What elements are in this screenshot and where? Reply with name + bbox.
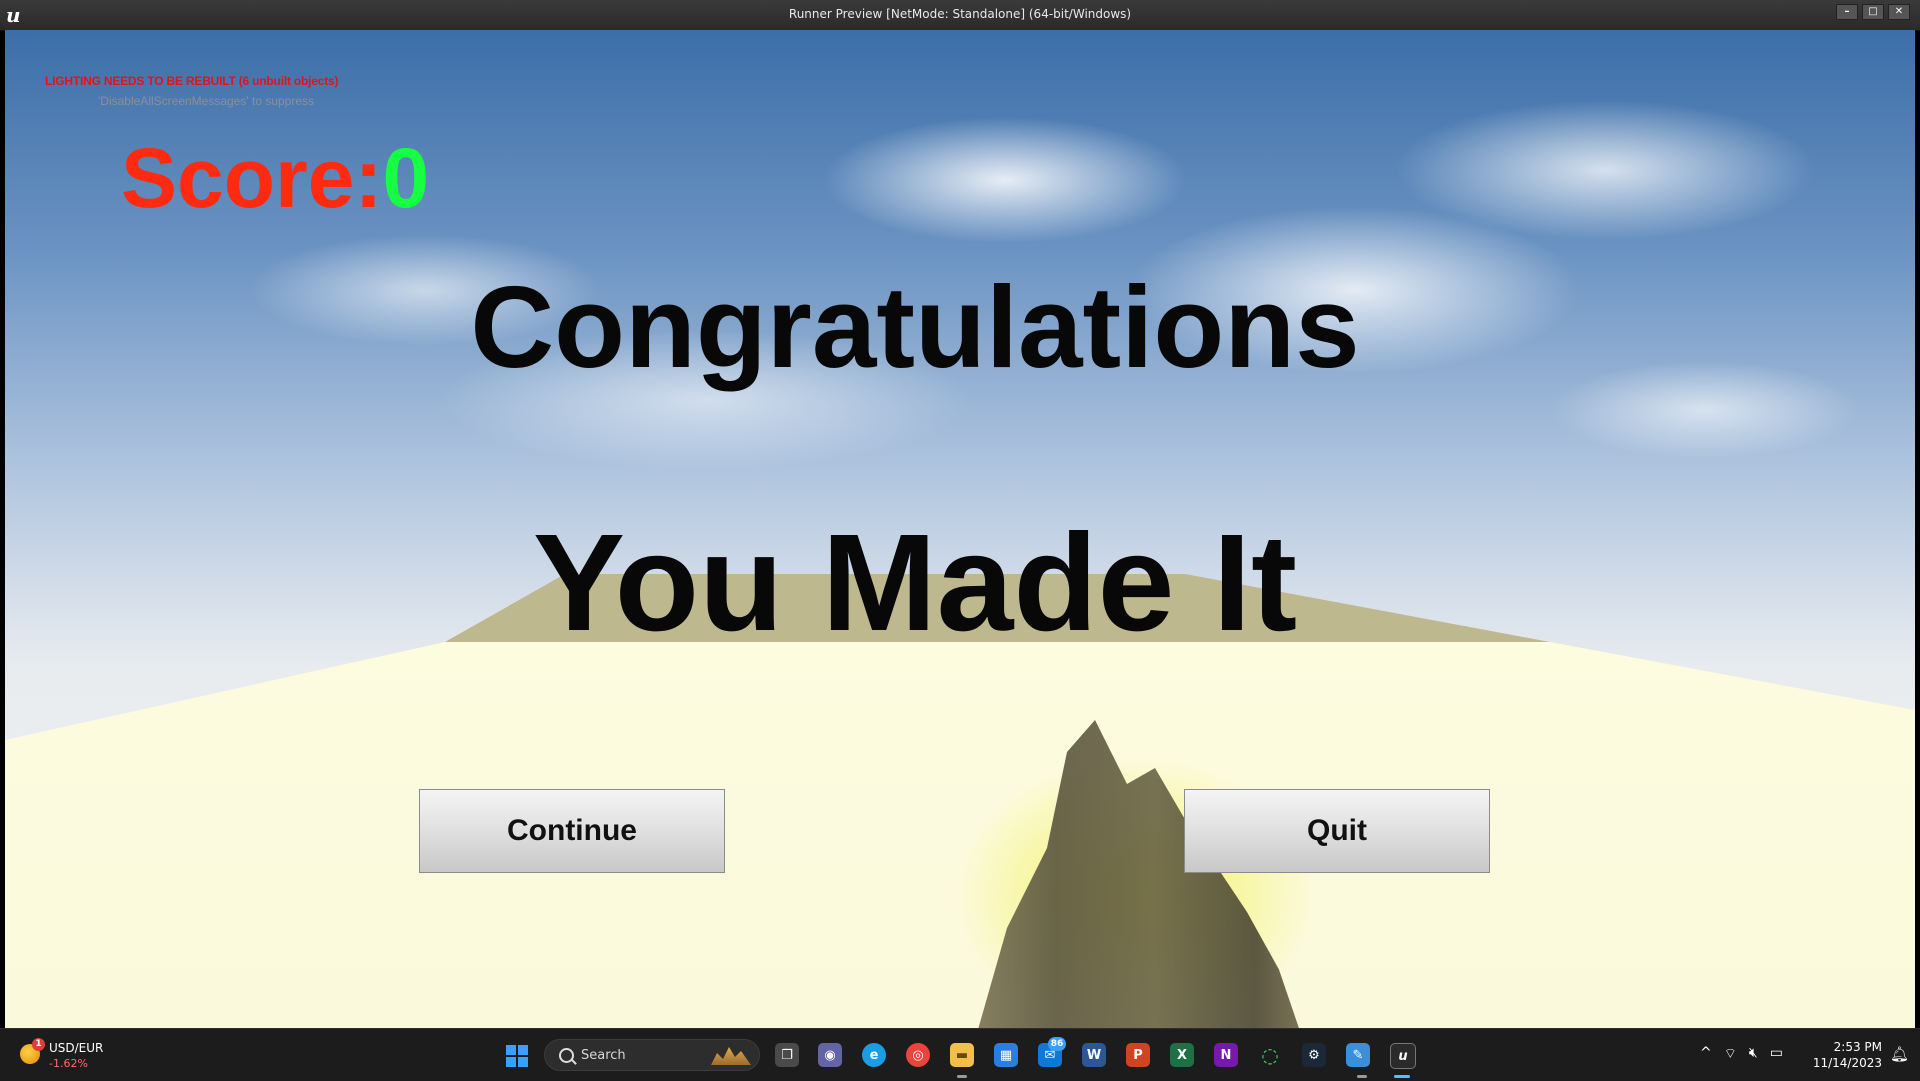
search-highlight-icon xyxy=(711,1047,751,1065)
score-label: Score: xyxy=(121,131,383,225)
volume-muted-icon[interactable]: 🔇︎ xyxy=(1749,1045,1758,1063)
powerpoint-icon[interactable]: P xyxy=(1126,1043,1150,1067)
taskbar: 1 USD/EUR -1.62% Search ❐ ◉ e ◎ ▬ ▦ ✉ 86… xyxy=(0,1028,1920,1081)
paint-icon[interactable]: ✎ xyxy=(1346,1043,1370,1067)
windows-logo-pane xyxy=(518,1057,528,1067)
explorer-running-indicator xyxy=(957,1075,967,1078)
widget-change: -1.62% xyxy=(49,1057,88,1070)
edge-icon[interactable]: e xyxy=(862,1043,886,1067)
system-tray: ^ ⌔ 🔇︎ ▭ xyxy=(1700,1045,1783,1063)
notification-bell-icon[interactable]: 🔔︎ xyxy=(1890,1045,1909,1063)
unreal-engine-icon[interactable]: u xyxy=(1390,1043,1416,1069)
windows-logo-icon xyxy=(506,1045,516,1055)
word-icon[interactable]: W xyxy=(1082,1043,1106,1067)
steam-icon[interactable]: ⚙ xyxy=(1302,1043,1326,1067)
maximize-icon[interactable]: □ xyxy=(1862,4,1884,20)
battery-icon[interactable]: ▭ xyxy=(1770,1045,1783,1063)
close-icon[interactable]: ✕ xyxy=(1888,4,1910,20)
taskbar-search[interactable]: Search xyxy=(544,1039,760,1071)
quit-button[interactable]: Quit xyxy=(1184,789,1490,873)
currency-widget[interactable]: 1 USD/EUR -1.62% xyxy=(16,1038,126,1072)
teams-icon[interactable]: ◉ xyxy=(818,1043,842,1067)
mail-unread-badge: 86 xyxy=(1048,1037,1066,1051)
paint-running-indicator xyxy=(1357,1075,1367,1078)
chrome-icon[interactable]: ◎ xyxy=(906,1043,930,1067)
clock-date: 11/14/2023 xyxy=(1812,1056,1882,1070)
lighting-warning: LIGHTING NEEDS TO BE REBUILT (6 unbuilt … xyxy=(45,74,339,88)
windows-logo-pane xyxy=(518,1045,528,1055)
clock[interactable]: 2:53 PM 11/14/2023 xyxy=(1812,1039,1882,1071)
congratulations-heading: Congratulations xyxy=(470,262,1360,392)
onenote-icon[interactable]: N xyxy=(1214,1043,1238,1067)
store-icon[interactable]: ▦ xyxy=(994,1043,1018,1067)
minimize-icon[interactable]: – xyxy=(1836,4,1858,20)
task-view-icon[interactable]: ❐ xyxy=(775,1043,799,1067)
unreal-active-indicator xyxy=(1394,1075,1410,1078)
start-button[interactable] xyxy=(506,1045,528,1067)
continue-button[interactable]: Continue xyxy=(419,789,725,873)
widget-title: USD/EUR xyxy=(49,1041,104,1055)
window-controls: – □ ✕ xyxy=(1836,4,1910,20)
clock-time: 2:53 PM xyxy=(1833,1040,1882,1054)
window-titlebar[interactable]: u Runner Preview [NetMode: Standalone] (… xyxy=(0,0,1920,31)
excel-icon[interactable]: X xyxy=(1170,1043,1194,1067)
search-placeholder: Search xyxy=(581,1048,626,1063)
wifi-icon[interactable]: ⌔ xyxy=(1724,1045,1737,1063)
you-made-it-heading: You Made It xyxy=(532,506,1298,660)
suppress-hint: 'DisableAllScreenMessages' to suppress xyxy=(98,94,315,108)
search-icon xyxy=(559,1048,574,1063)
score-display: Score:0 xyxy=(121,130,429,226)
file-explorer-icon[interactable]: ▬ xyxy=(950,1043,974,1067)
widget-badge: 1 xyxy=(32,1038,45,1051)
loading-app-icon[interactable]: ◌ xyxy=(1258,1043,1282,1067)
chevron-up-icon[interactable]: ^ xyxy=(1700,1045,1712,1063)
window-title: Runner Preview [NetMode: Standalone] (64… xyxy=(788,7,1132,21)
score-value: 0 xyxy=(382,131,430,225)
game-viewport[interactable]: LIGHTING NEEDS TO BE REBUILT (6 unbuilt … xyxy=(5,30,1915,1028)
windows-logo-pane xyxy=(506,1057,516,1067)
